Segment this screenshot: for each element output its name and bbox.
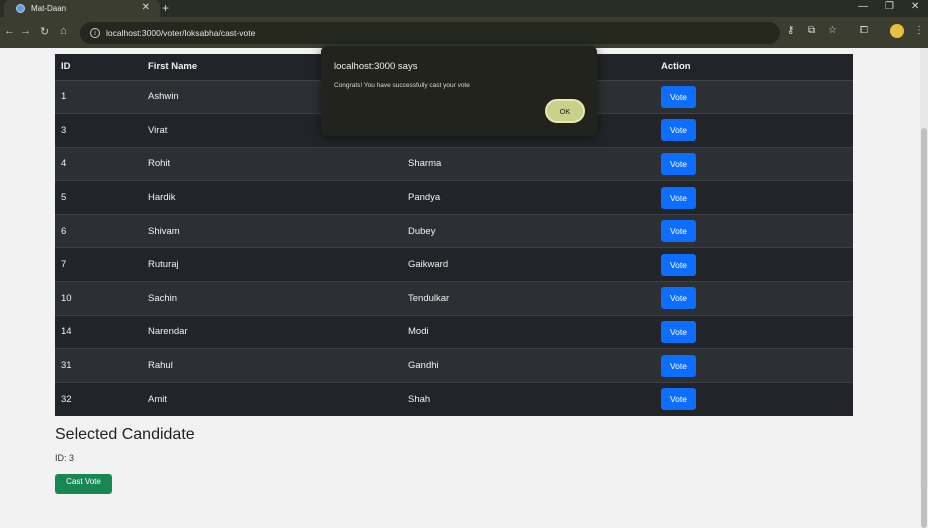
cell-id: 4: [55, 146, 142, 181]
cell-id: 7: [55, 247, 142, 282]
extensions-icon[interactable]: ⧠: [860, 25, 868, 36]
cell-first-name: Sachin: [142, 281, 402, 316]
vote-button[interactable]: Vote: [661, 85, 696, 108]
cell-id: 5: [55, 180, 142, 215]
cell-id: 3: [55, 113, 142, 148]
cell-last-name: Gandhi: [402, 348, 655, 383]
vote-button[interactable]: Vote: [661, 152, 696, 175]
vote-button[interactable]: Vote: [661, 287, 696, 310]
cell-id: 6: [55, 213, 142, 248]
cell-last-name: Gaikward: [402, 247, 655, 282]
table-row: 14 Narendar Modi Vote: [55, 314, 853, 349]
cell-first-name: Shivam: [142, 213, 402, 248]
cell-last-name: Shah: [402, 381, 655, 416]
alert-title: localhost:3000 says: [334, 61, 418, 72]
scroll-thumb[interactable]: [921, 128, 927, 528]
reload-icon[interactable]: ↻: [40, 25, 49, 38]
vote-button[interactable]: Vote: [661, 320, 696, 343]
site-info-icon[interactable]: i: [90, 28, 100, 38]
tab-strip: Mat-Daan ✕ + — ❐ ✕: [0, 0, 928, 17]
cast-vote-button[interactable]: Cast Vote: [55, 474, 112, 494]
table-row: 10 Sachin Tendulkar Vote: [55, 281, 853, 316]
vote-button[interactable]: Vote: [661, 119, 696, 142]
header-id: ID: [55, 54, 142, 81]
restore-icon[interactable]: ❐: [885, 1, 894, 12]
vote-button[interactable]: Vote: [661, 388, 696, 411]
alert-message: Congrats! You have successfully cast you…: [334, 82, 470, 89]
cell-last-name: Pandya: [402, 180, 655, 215]
cell-first-name: Narendar: [142, 314, 402, 349]
cell-id: 31: [55, 348, 142, 383]
close-tab-icon[interactable]: ✕: [142, 2, 150, 13]
back-icon[interactable]: ←: [4, 25, 15, 37]
cell-last-name: Modi: [402, 314, 655, 349]
cell-first-name: Rahul: [142, 348, 402, 383]
forward-icon[interactable]: →: [20, 25, 31, 37]
cell-last-name: Sharma: [402, 146, 655, 181]
minimize-icon[interactable]: —: [858, 1, 868, 12]
scrollbar[interactable]: [920, 48, 928, 528]
vote-button[interactable]: Vote: [661, 220, 696, 243]
cell-id: 10: [55, 281, 142, 316]
table-row: 5 Hardik Pandya Vote: [55, 180, 853, 215]
cell-first-name: Hardik: [142, 180, 402, 215]
cell-id: 32: [55, 381, 142, 416]
table-row: 32 Amit Shah Vote: [55, 381, 853, 416]
menu-kebab-icon[interactable]: ⋮: [914, 25, 924, 36]
selected-candidate-heading: Selected Candidate: [55, 426, 195, 443]
cell-first-name: Rohit: [142, 146, 402, 181]
tab-title: Mat-Daan: [31, 4, 67, 13]
cell-last-name: Dubey: [402, 213, 655, 248]
url-text[interactable]: localhost:3000/voter/loksabha/cast-vote: [106, 28, 255, 38]
home-icon[interactable]: ⌂: [60, 25, 67, 37]
cell-first-name: Amit: [142, 381, 402, 416]
cell-last-name: Tendulkar: [402, 281, 655, 316]
cell-first-name: Ruturaj: [142, 247, 402, 282]
vote-button[interactable]: Vote: [661, 354, 696, 377]
alert-ok-button[interactable]: OK: [545, 99, 585, 123]
browser-toolbar: ← → ↻ ⌂ i localhost:3000/voter/loksabha/…: [0, 17, 928, 48]
table-row: 4 Rohit Sharma Vote: [55, 146, 853, 181]
address-bar[interactable]: i localhost:3000/voter/loksabha/cast-vot…: [80, 22, 780, 44]
bookmark-star-icon[interactable]: ☆: [828, 25, 837, 36]
browser-tab[interactable]: Mat-Daan ✕: [4, 0, 160, 17]
table-row: 31 Rahul Gandhi Vote: [55, 348, 853, 383]
table-row: 7 Ruturaj Gaikward Vote: [55, 247, 853, 282]
globe-icon: [16, 4, 25, 13]
window-close-icon[interactable]: ✕: [911, 1, 919, 12]
vote-button[interactable]: Vote: [661, 186, 696, 209]
cast-icon[interactable]: ⧉: [808, 25, 815, 36]
new-tab-icon[interactable]: +: [162, 1, 169, 15]
header-action: Action: [655, 54, 853, 81]
cell-id: 14: [55, 314, 142, 349]
password-key-icon[interactable]: ⚷: [787, 25, 794, 36]
selected-candidate-id: ID: 3: [55, 453, 75, 463]
table-row: 6 Shivam Dubey Vote: [55, 213, 853, 248]
cell-id: 1: [55, 79, 142, 114]
vote-button[interactable]: Vote: [661, 253, 696, 276]
profile-avatar[interactable]: [890, 24, 904, 38]
